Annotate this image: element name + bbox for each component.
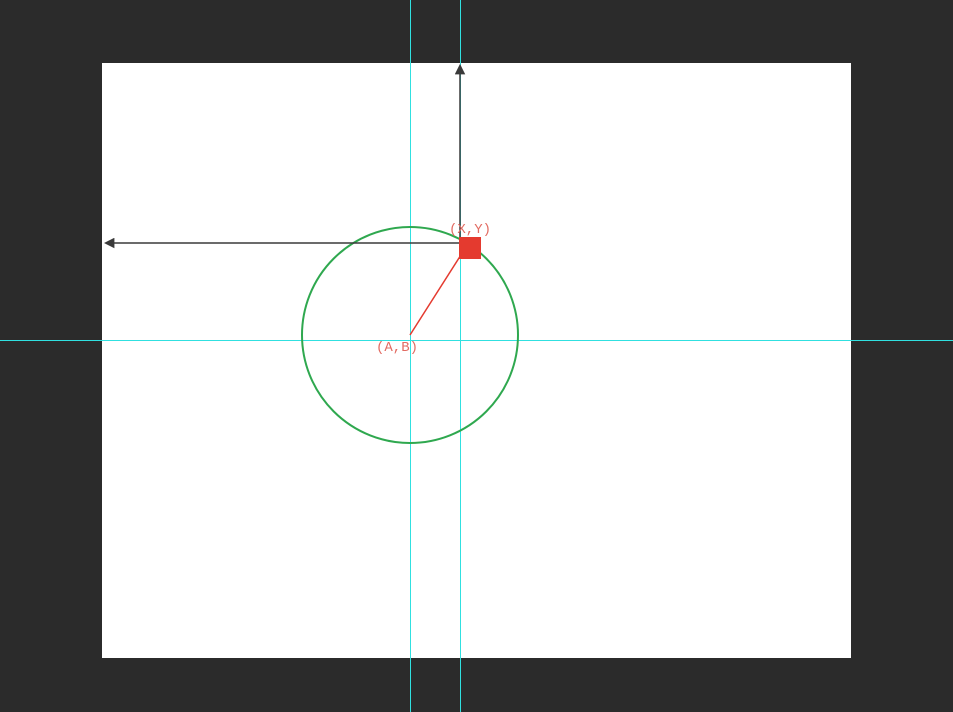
stage: (X,Y) (A,B) bbox=[0, 0, 953, 712]
point-label: (X,Y) bbox=[449, 222, 491, 238]
ruler-guide-vertical-1[interactable] bbox=[410, 0, 411, 712]
center-label: (A,B) bbox=[376, 340, 418, 356]
ruler-guide-horizontal[interactable] bbox=[0, 340, 953, 341]
point-marker[interactable] bbox=[459, 237, 481, 259]
paper-artboard[interactable] bbox=[102, 63, 851, 658]
ruler-guide-vertical-2[interactable] bbox=[460, 0, 461, 712]
